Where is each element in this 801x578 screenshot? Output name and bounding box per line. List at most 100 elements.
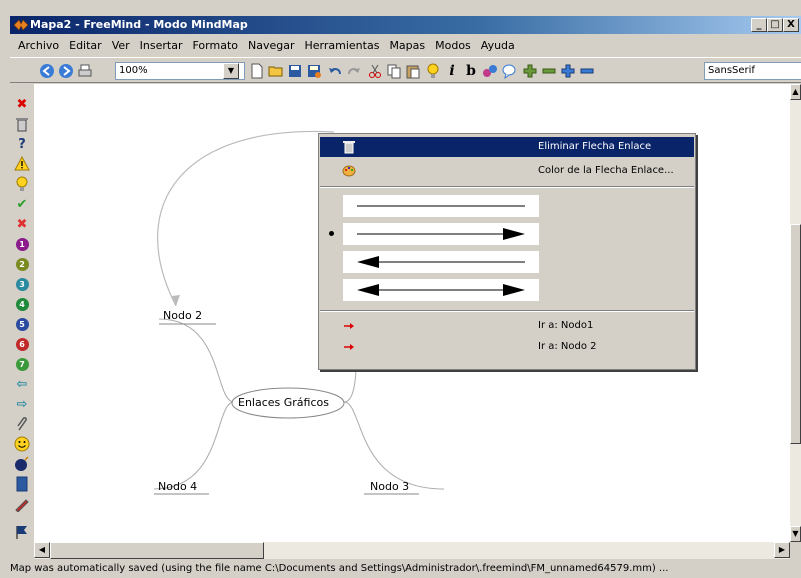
scroll-down-icon[interactable]: ▼ <box>790 526 801 542</box>
warning-icon[interactable] <box>14 156 30 172</box>
arrow-style-start[interactable] <box>343 251 539 273</box>
node-nodo-2[interactable]: Nodo 2 <box>163 309 202 322</box>
edge-root-nodo4 <box>153 401 235 490</box>
priority-2-icon[interactable]: 2 <box>14 256 30 272</box>
zoom-out-icon[interactable] <box>540 61 558 81</box>
forward-icon[interactable] <box>57 61 75 81</box>
priority-6-icon[interactable]: 6 <box>14 336 30 352</box>
arrow-left-icon[interactable]: ⇦ <box>14 376 30 392</box>
vertical-scrollbar[interactable]: ▲ ▼ <box>790 84 801 542</box>
save-icon[interactable] <box>286 61 304 81</box>
link-color-label: Color de la Flecha Enlace... <box>538 165 674 176</box>
smiley-icon[interactable] <box>14 436 30 452</box>
note-bubble-icon[interactable] <box>500 61 518 81</box>
palette-icon <box>342 164 356 178</box>
menu-insertar[interactable]: Insertar <box>135 39 188 52</box>
menu-mapas[interactable]: Mapas <box>384 39 430 52</box>
idea-bulb-icon[interactable] <box>424 61 442 81</box>
book-icon[interactable] <box>14 476 30 492</box>
arrow-style-end[interactable] <box>343 223 539 245</box>
italic-icon[interactable]: i <box>443 61 461 81</box>
link-color-item[interactable]: Color de la Flecha Enlace... <box>320 161 694 181</box>
new-map-icon[interactable] <box>248 61 266 81</box>
close-button[interactable]: X <box>783 18 799 32</box>
menu-navegar[interactable]: Navegar <box>243 39 300 52</box>
red-arrow-icon <box>342 319 356 333</box>
flag-icon[interactable] <box>14 524 30 540</box>
goto-nodo1-label: Ir a: Nodo1 <box>538 320 594 331</box>
freemind-window: Mapa2 - FreeMind - Modo MindMap _ □ X Ar… <box>0 0 801 578</box>
menu-modos[interactable]: Modos <box>430 39 476 52</box>
collapse-icon[interactable] <box>578 61 596 81</box>
priority-4-icon[interactable]: 4 <box>14 296 30 312</box>
redo-icon[interactable] <box>345 61 363 81</box>
red-arrow-icon <box>342 340 356 354</box>
priority-3-icon[interactable]: 3 <box>14 276 30 292</box>
bulb-icon[interactable] <box>14 176 30 192</box>
node-nodo-4[interactable]: Nodo 4 <box>158 480 197 493</box>
scroll-left-icon[interactable]: ◀ <box>34 542 50 558</box>
graphical-link-arrow <box>157 130 335 307</box>
paperclip-icon[interactable] <box>14 416 30 432</box>
separator <box>320 186 694 188</box>
checkmark-icon[interactable]: ✔ <box>14 196 30 212</box>
paste-icon[interactable] <box>404 61 422 81</box>
back-icon[interactable] <box>38 61 56 81</box>
maximize-button[interactable]: □ <box>767 18 783 32</box>
pen-icon[interactable] <box>14 496 30 512</box>
undo-icon[interactable] <box>326 61 344 81</box>
freemind-logo-icon <box>13 18 29 32</box>
selected-radio-dot-icon <box>329 231 334 236</box>
context-menu: Eliminar Flecha Enlace Color de la Flech… <box>318 133 696 370</box>
vertical-scroll-thumb[interactable] <box>790 224 801 444</box>
remove-icon-icon[interactable]: ✖ <box>14 96 30 112</box>
cross-icon[interactable]: ✖ <box>14 216 30 232</box>
menu-editar[interactable]: Editar <box>64 39 107 52</box>
minimize-button[interactable]: _ <box>751 18 767 32</box>
copy-icon[interactable] <box>385 61 403 81</box>
horizontal-scroll-thumb[interactable] <box>50 542 264 559</box>
save-as-icon[interactable] <box>305 61 323 81</box>
goto-nodo2-label: Ir a: Nodo 2 <box>538 341 597 352</box>
expand-icon[interactable] <box>559 61 577 81</box>
zoom-in-icon[interactable] <box>521 61 539 81</box>
zoom-dropdown-icon[interactable]: ▼ <box>223 63 239 79</box>
window-title: Mapa2 - FreeMind - Modo MindMap <box>30 18 248 31</box>
delete-link-item[interactable]: Eliminar Flecha Enlace <box>320 137 694 157</box>
trash-icon[interactable] <box>14 116 30 132</box>
priority-5-icon[interactable]: 5 <box>14 316 30 332</box>
arrow-style-both[interactable] <box>343 279 539 301</box>
trash-icon <box>342 140 356 154</box>
goto-nodo2-item[interactable]: Ir a: Nodo 2 <box>320 337 694 357</box>
bold-icon[interactable]: b <box>462 61 480 81</box>
edge-root-nodo3 <box>343 401 445 490</box>
menu-formato[interactable]: Formato <box>188 39 244 52</box>
main-toolbar: 100% ▼ i b SansSerif <box>10 57 801 83</box>
menu-archivo[interactable]: Archivo <box>13 39 64 52</box>
priority-7-icon[interactable]: 7 <box>14 356 30 372</box>
menu-ver[interactable]: Ver <box>107 39 135 52</box>
question-icon[interactable]: ? <box>14 136 30 152</box>
horizontal-scrollbar[interactable]: ◀ ▶ <box>34 542 790 559</box>
edge-root-nodo2 <box>158 318 235 403</box>
icon-toolbar: ✖ ? ✔ ✖ 1 2 3 4 5 6 7 ⇦ ⇨ <box>10 84 34 562</box>
priority-1-icon[interactable]: 1 <box>14 236 30 252</box>
arrow-style-none[interactable] <box>343 195 539 217</box>
arrow-right-icon[interactable]: ⇨ <box>14 396 30 412</box>
menu-ayuda[interactable]: Ayuda <box>476 39 520 52</box>
font-field[interactable]: SansSerif <box>704 62 801 80</box>
cloud-icon[interactable] <box>481 61 499 81</box>
scroll-right-icon[interactable]: ▶ <box>774 542 790 558</box>
delete-link-label: Eliminar Flecha Enlace <box>538 141 652 152</box>
print-icon[interactable] <box>76 61 94 81</box>
cut-icon[interactable] <box>366 61 384 81</box>
menu-herramientas[interactable]: Herramientas <box>300 39 385 52</box>
bomb-icon[interactable] <box>14 456 30 472</box>
scroll-up-icon[interactable]: ▲ <box>790 84 801 100</box>
menu-bar: Archivo Editar Ver Insertar Formato Nave… <box>10 35 801 55</box>
node-nodo-3[interactable]: Nodo 3 <box>370 480 409 493</box>
title-bar[interactable]: Mapa2 - FreeMind - Modo MindMap _ □ X <box>10 16 801 34</box>
goto-nodo1-item[interactable]: Ir a: Nodo1 <box>320 316 694 336</box>
root-node[interactable]: Enlaces Gráficos <box>238 396 329 409</box>
open-icon[interactable] <box>267 61 285 81</box>
